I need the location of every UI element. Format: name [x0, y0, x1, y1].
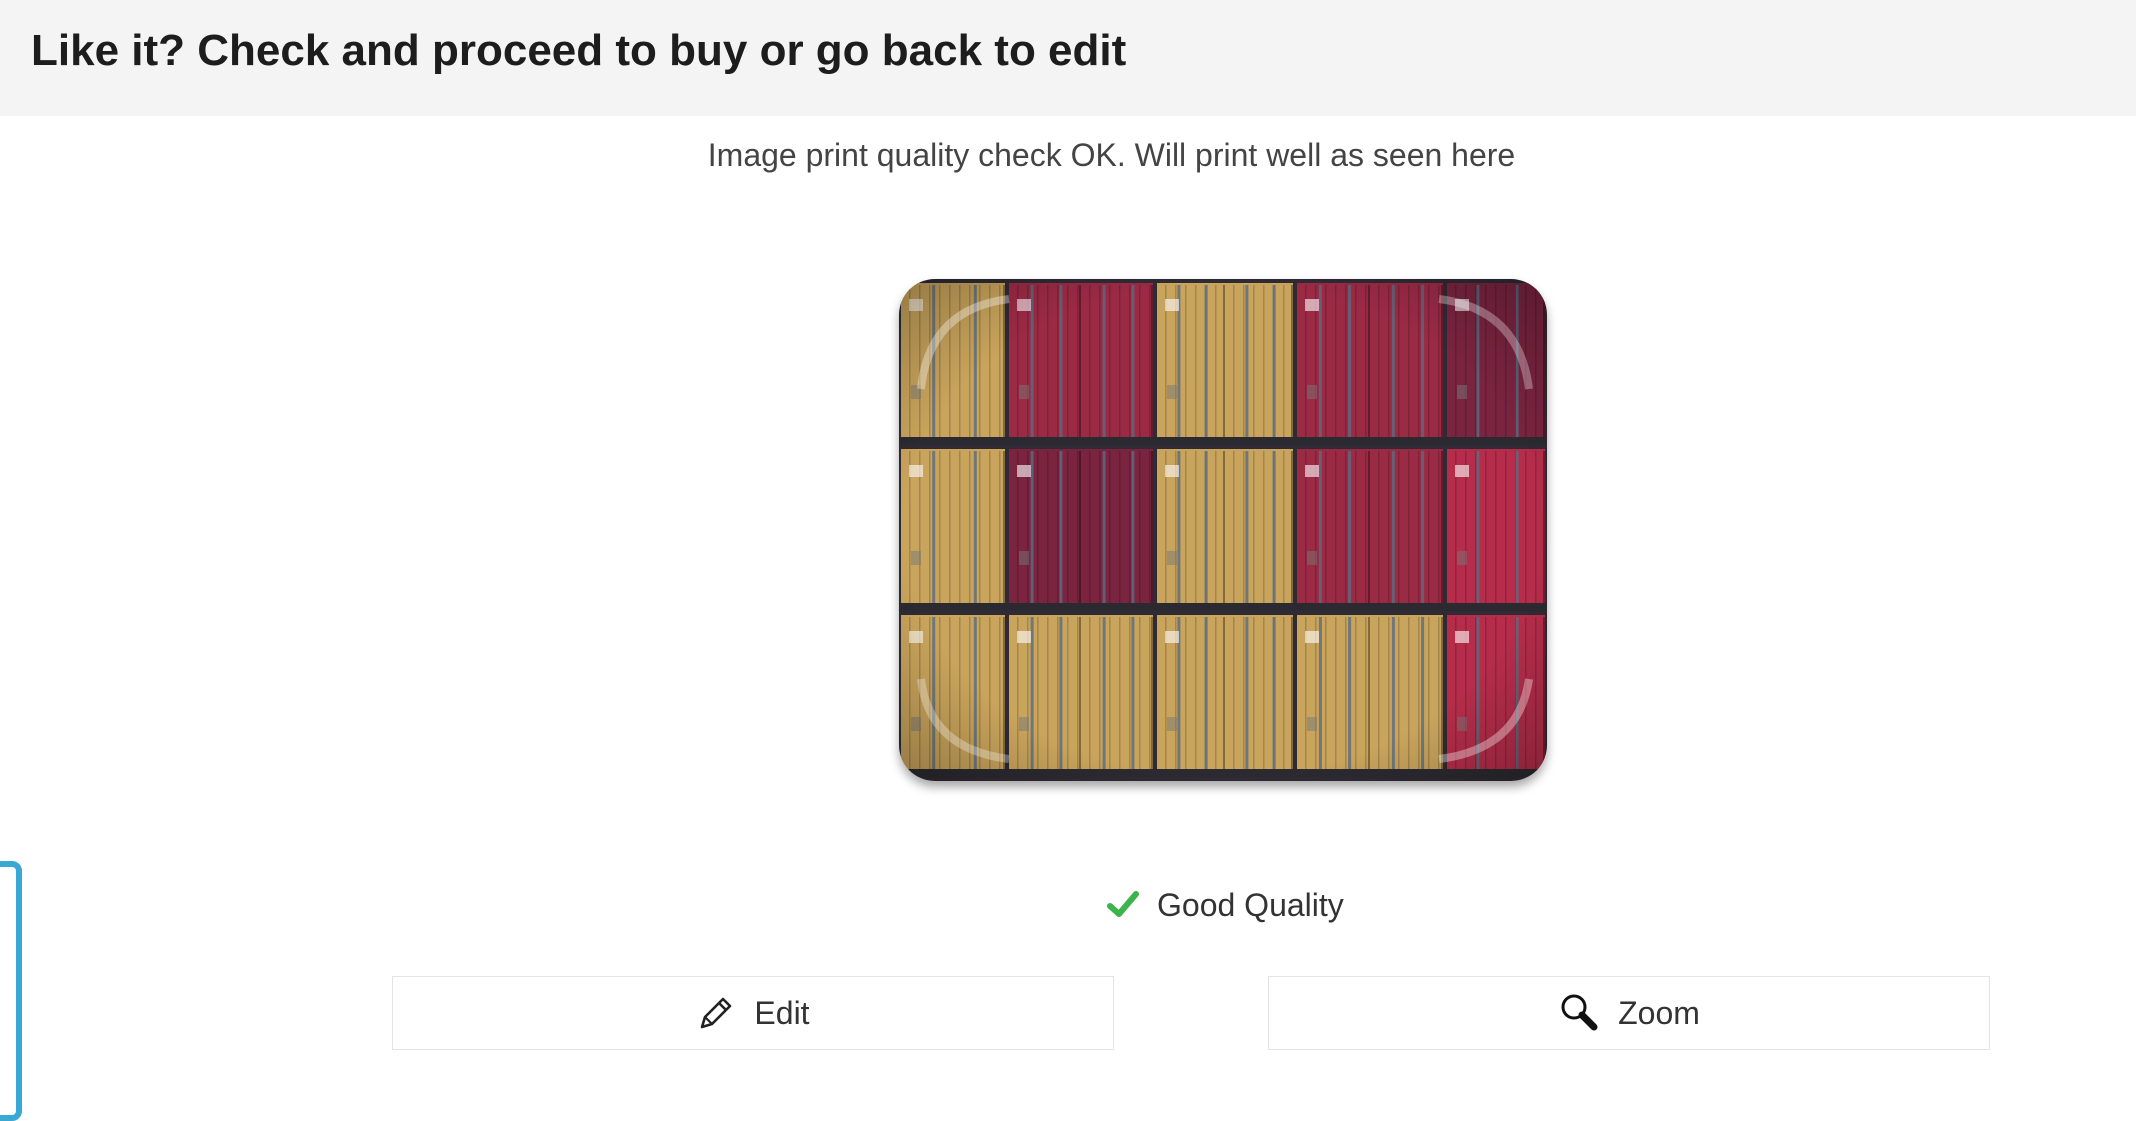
magnifier-icon	[1561, 994, 1598, 1031]
page-header: Like it? Check and proceed to buy or go …	[0, 0, 2136, 116]
zoom-button-label: Zoom	[1618, 994, 1700, 1031]
zoom-button[interactable]: Zoom	[1268, 976, 1990, 1050]
quality-label: Good Quality	[1157, 886, 1344, 923]
checkmark-icon	[1107, 891, 1139, 917]
page-title: Like it? Check and proceed to buy or go …	[31, 26, 1127, 75]
quality-badge: Good Quality	[1107, 880, 1344, 930]
print-quality-message: Image print quality check OK. Will print…	[707, 137, 1516, 173]
edit-button[interactable]: Edit	[392, 976, 1114, 1050]
edit-button-label: Edit	[754, 994, 810, 1031]
pencil-icon	[701, 997, 732, 1029]
side-panel-edge[interactable]	[0, 861, 22, 1121]
product-preview-image	[899, 279, 1547, 781]
